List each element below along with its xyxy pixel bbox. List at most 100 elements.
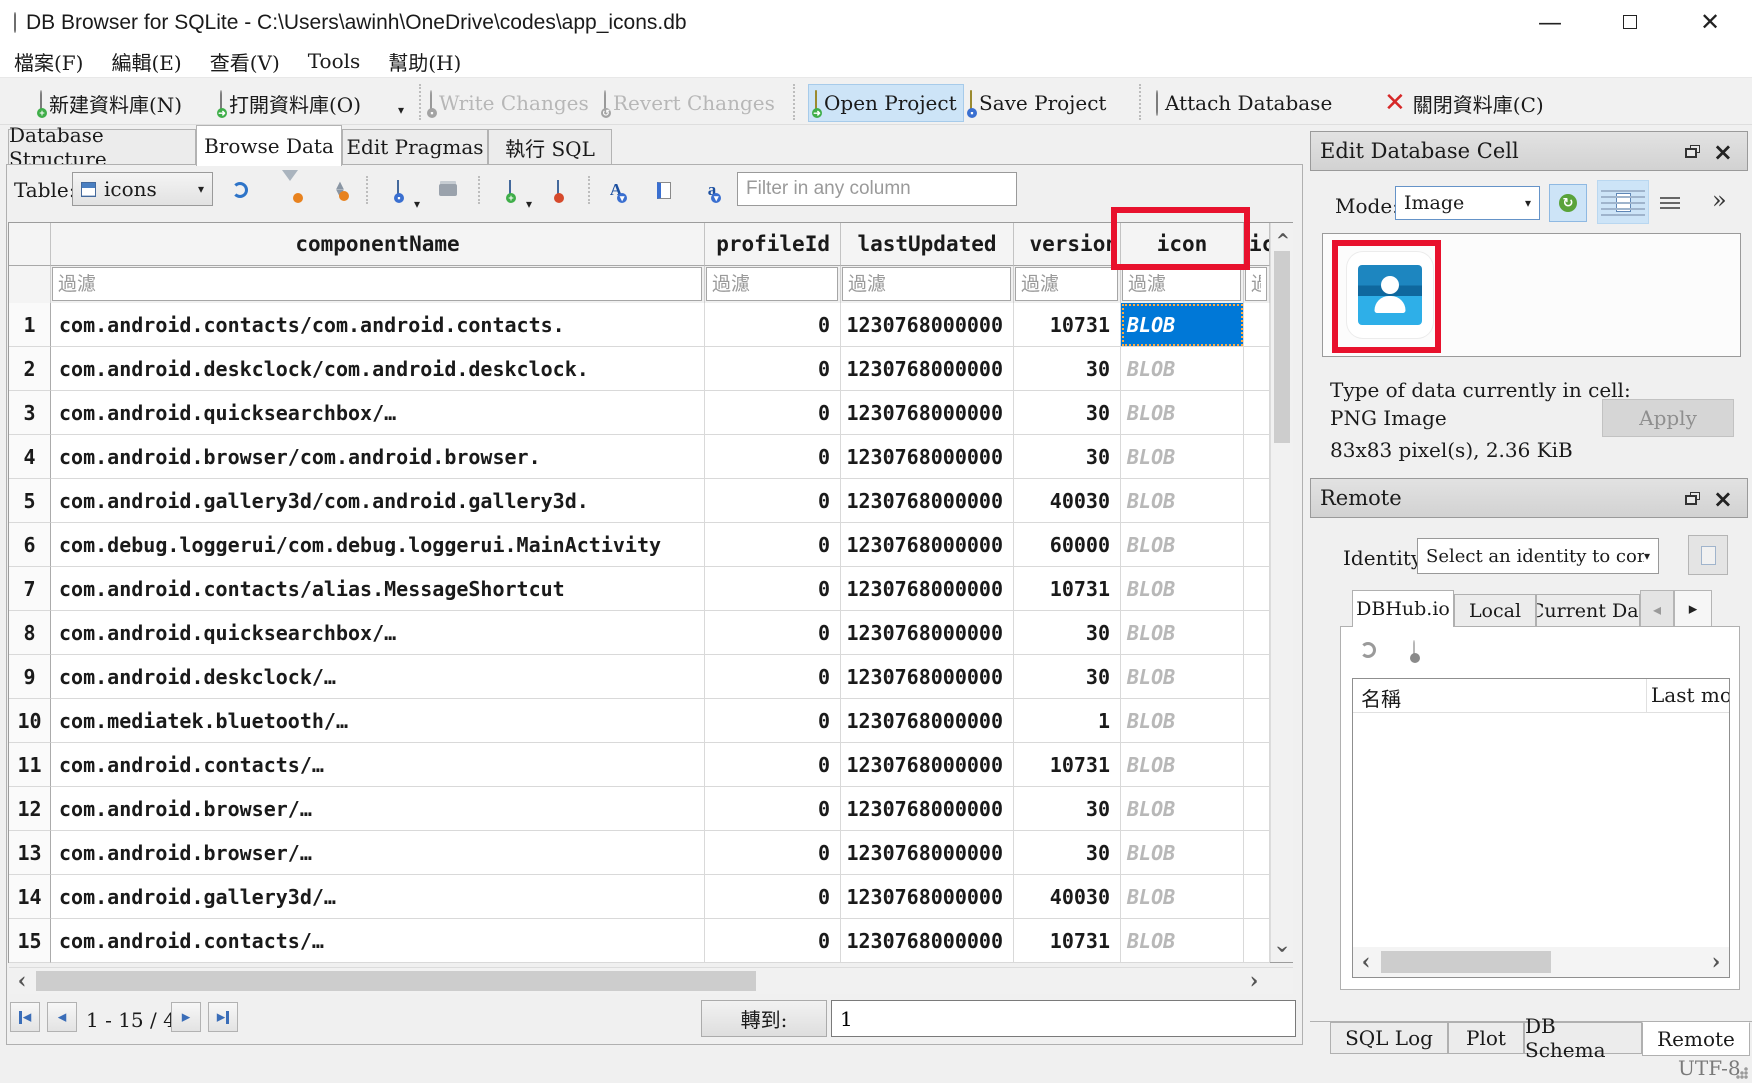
cell-lastupdated[interactable]: 1230768000000	[841, 919, 1014, 963]
column-header-partial[interactable]: ic	[1244, 223, 1270, 266]
horizontal-scroll-thumb[interactable]	[36, 971, 756, 991]
cell-icon-blob[interactable]: BLOB	[1121, 347, 1244, 391]
cell-version[interactable]: 60000	[1014, 523, 1121, 567]
minimize-button[interactable]: —	[1524, 0, 1576, 44]
menu-file[interactable]: 檔案(F)	[0, 45, 97, 77]
cell-componentname[interactable]: com.android.deskclock/com.android.deskcl…	[51, 347, 705, 391]
cell-icon-blob[interactable]: BLOB	[1121, 303, 1244, 347]
tab-scroll-right-button[interactable]: ▸	[1674, 590, 1712, 628]
text-document-button[interactable]	[1597, 180, 1649, 224]
list-header-last-modified[interactable]: Last mo	[1647, 679, 1729, 712]
remote-upload-database-button[interactable]	[1400, 636, 1428, 664]
cell-componentname[interactable]: com.android.contacts/alias.MessageShortc…	[51, 567, 705, 611]
close-panel-icon[interactable]: ×	[1713, 487, 1733, 511]
cell-componentname[interactable]: com.android.gallery3d/…	[51, 875, 705, 919]
cell-icon-blob[interactable]: BLOB	[1121, 919, 1244, 963]
identity-select[interactable]: Select an identity to conne ▾	[1417, 538, 1659, 574]
cell-lastupdated[interactable]: 1230768000000	[841, 875, 1014, 919]
cell-icon-blob[interactable]: BLOB	[1121, 743, 1244, 787]
delete-record-button[interactable]	[544, 176, 572, 204]
tab-execute-sql[interactable]: 執行 SQL	[488, 129, 612, 165]
cell-icon-blob[interactable]: BLOB	[1121, 655, 1244, 699]
cell-version[interactable]: 30	[1014, 787, 1121, 831]
remote-list-scrollbar[interactable]: ‹ ›	[1353, 947, 1729, 977]
cell-version[interactable]: 10731	[1014, 303, 1121, 347]
cell-version[interactable]: 40030	[1014, 479, 1121, 523]
insert-record-dropdown-icon[interactable]: ▾	[526, 197, 532, 211]
filter-input[interactable]	[737, 172, 1017, 206]
cell-profileid[interactable]: 0	[705, 435, 841, 479]
cell-lastupdated[interactable]: 1230768000000	[841, 611, 1014, 655]
remote-tab-current-database[interactable]: Current Dat	[1536, 594, 1640, 627]
column-header-profileid[interactable]: profileId	[705, 223, 841, 266]
cell-lastupdated[interactable]: 1230768000000	[841, 435, 1014, 479]
cell-icon-blob[interactable]: BLOB	[1121, 479, 1244, 523]
new-database-button[interactable]: + 新建資料庫(N)	[34, 84, 188, 122]
remote-tab-dbhub[interactable]: DBHub.io	[1352, 590, 1454, 627]
column-filter-input[interactable]	[1122, 267, 1241, 301]
attach-database-button[interactable]: Attach Database	[1150, 84, 1338, 122]
clear-sort-button[interactable]: ▲▼	[326, 176, 354, 204]
cell-profileid[interactable]: 0	[705, 391, 841, 435]
cell-version[interactable]: 30	[1014, 655, 1121, 699]
tab-database-structure[interactable]: Database Structure	[8, 129, 196, 165]
cell-icon-blob[interactable]: BLOB	[1121, 391, 1244, 435]
cell-profileid[interactable]: 0	[705, 787, 841, 831]
cell-lastupdated[interactable]: 1230768000000	[841, 567, 1014, 611]
cell-componentname[interactable]: com.android.quicksearchbox/…	[51, 611, 705, 655]
save-table-dropdown-icon[interactable]: ▾	[414, 197, 420, 211]
scroll-up-button[interactable]: ›	[1271, 223, 1293, 249]
cell-version[interactable]: 10731	[1014, 743, 1121, 787]
cell-partial[interactable]	[1244, 303, 1270, 347]
cell-icon-blob[interactable]: BLOB	[1121, 699, 1244, 743]
cell-icon-blob[interactable]: BLOB	[1121, 523, 1244, 567]
close-database-button[interactable]: ✕ 關閉資料庫(C)	[1378, 84, 1550, 122]
scroll-right-button[interactable]: ›	[1241, 968, 1267, 994]
cell-icon-blob[interactable]: BLOB	[1121, 567, 1244, 611]
cell-componentname[interactable]: com.android.deskclock/…	[51, 655, 705, 699]
open-project-button[interactable]: ➜ Open Project	[808, 84, 964, 122]
first-page-button[interactable]: ◂	[10, 1002, 40, 1032]
cell-partial[interactable]	[1244, 611, 1270, 655]
cell-lastupdated[interactable]: 1230768000000	[841, 391, 1014, 435]
close-button[interactable]: ✕	[1684, 0, 1736, 44]
cell-version[interactable]: 30	[1014, 611, 1121, 655]
scroll-down-button[interactable]: ›	[1271, 936, 1293, 962]
cell-componentname[interactable]: com.debug.loggerui/com.debug.loggerui.Ma…	[51, 523, 705, 567]
cell-partial[interactable]	[1244, 743, 1270, 787]
float-panel-icon[interactable]	[1685, 495, 1697, 505]
reference-button[interactable]	[650, 176, 678, 204]
cell-lastupdated[interactable]: 1230768000000	[841, 347, 1014, 391]
column-header-componentname[interactable]: componentName	[51, 223, 705, 266]
column-filter-input[interactable]	[52, 267, 702, 301]
open-database-dropdown-icon[interactable]: ▾	[398, 103, 404, 117]
cell-lastupdated[interactable]: 1230768000000	[841, 523, 1014, 567]
cell-lastupdated[interactable]: 1230768000000	[841, 655, 1014, 699]
open-database-button[interactable]: ➜ 打開資料庫(O)	[214, 84, 367, 122]
cell-profileid[interactable]: 0	[705, 699, 841, 743]
cell-partial[interactable]	[1244, 919, 1270, 963]
cell-componentname[interactable]: com.android.browser/com.android.browser.	[51, 435, 705, 479]
cell-profileid[interactable]: 0	[705, 303, 841, 347]
insert-record-button[interactable]: +	[496, 176, 524, 204]
menu-edit[interactable]: 編輯(E)	[97, 45, 195, 77]
maximize-button[interactable]	[1604, 0, 1656, 44]
column-filter-input[interactable]	[842, 267, 1011, 301]
cell-partial[interactable]	[1244, 567, 1270, 611]
float-panel-icon[interactable]	[1685, 148, 1697, 158]
cell-partial[interactable]	[1244, 347, 1270, 391]
cell-partial[interactable]	[1244, 523, 1270, 567]
column-header-lastupdated[interactable]: lastUpdated	[841, 223, 1014, 266]
word-wrap-button[interactable]	[1656, 190, 1684, 218]
scroll-right-button[interactable]: ›	[1703, 947, 1729, 977]
goto-button[interactable]: 轉到:	[701, 1000, 827, 1037]
clear-filters-button[interactable]	[276, 176, 304, 204]
cell-lastupdated[interactable]: 1230768000000	[841, 787, 1014, 831]
cell-lastupdated[interactable]: 1230768000000	[841, 303, 1014, 347]
column-header-icon[interactable]: icon	[1121, 223, 1244, 266]
cell-componentname[interactable]: com.android.contacts/com.android.contact…	[51, 303, 705, 347]
cell-componentname[interactable]: com.android.browser/…	[51, 787, 705, 831]
prev-page-button[interactable]: ◂	[47, 1002, 77, 1032]
scroll-left-button[interactable]: ‹	[9, 968, 35, 994]
column-header-version[interactable]: version	[1014, 223, 1121, 266]
